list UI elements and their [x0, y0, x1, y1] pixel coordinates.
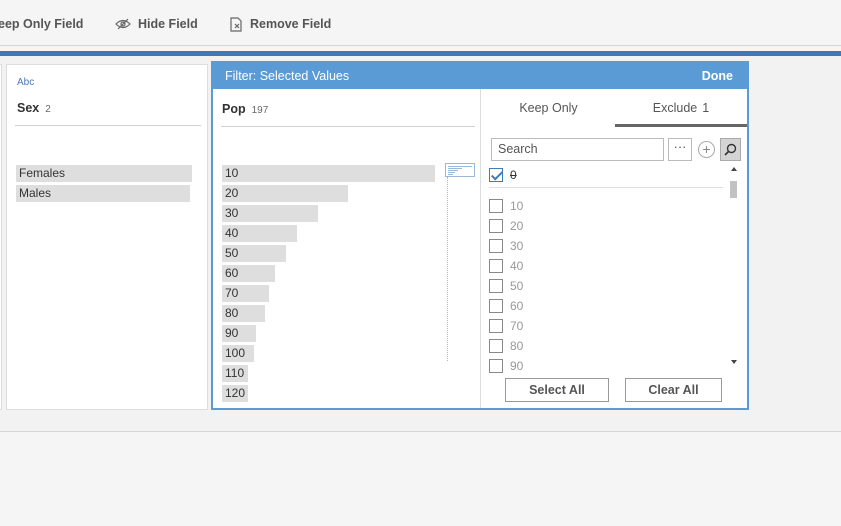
divider: [489, 187, 723, 188]
minimap-guide: [447, 177, 448, 361]
value-checkbox-row[interactable]: 70: [489, 317, 523, 335]
field-distinct-count: 2: [45, 104, 51, 115]
more-options-button[interactable]: ···: [668, 138, 692, 161]
hide-field-label: Hide Field: [138, 17, 198, 31]
value-bar[interactable]: 90: [222, 325, 256, 342]
value-label: 10: [510, 199, 524, 213]
value-bar[interactable]: 80: [222, 305, 265, 322]
done-button[interactable]: Done: [702, 63, 733, 89]
previous-field-card[interactable]: [0, 64, 2, 410]
value-label: 60: [510, 299, 524, 313]
search-icon: [724, 143, 737, 156]
value-checkbox-row[interactable]: 50: [489, 277, 523, 295]
value-label: 90: [510, 359, 524, 373]
value-bar[interactable]: 100: [222, 345, 254, 362]
value-label: 70: [510, 319, 524, 333]
value-checkbox-row[interactable]: 10: [489, 197, 523, 215]
divider: [221, 126, 475, 127]
field-name-label: Pop: [222, 102, 246, 116]
exclude-count: 1: [702, 101, 710, 115]
value-bar[interactable]: Females: [16, 165, 192, 182]
value-bar[interactable]: 110: [222, 365, 248, 382]
value-checkbox-row[interactable]: 40: [489, 257, 523, 275]
value-checkbox-row[interactable]: 20: [489, 217, 523, 235]
checkbox[interactable]: [489, 339, 503, 353]
filter-options-pane: Keep Only Exclude 1 Search ··· + 0 10 20 30…: [482, 89, 747, 408]
field-toolbar: eep Only Field Hide Field Remove Field: [0, 0, 841, 46]
clear-all-button[interactable]: Clear All: [625, 378, 722, 402]
value-bar[interactable]: Males: [16, 185, 190, 202]
value-checkbox-row[interactable]: 60: [489, 297, 523, 315]
select-all-button[interactable]: Select All: [505, 378, 609, 402]
divider: [15, 125, 201, 126]
value-bar[interactable]: 120: [222, 385, 248, 402]
checkbox[interactable]: [489, 219, 503, 233]
value-bar[interactable]: 60: [222, 265, 275, 282]
checkbox[interactable]: [489, 199, 503, 213]
value-checkbox-row[interactable]: 30: [489, 237, 523, 255]
distribution-minimap[interactable]: [445, 163, 475, 177]
checkbox[interactable]: [489, 279, 503, 293]
field-title: Sex 2: [17, 101, 51, 115]
checkbox[interactable]: [489, 168, 503, 182]
scroll-down-icon[interactable]: [731, 360, 737, 364]
checkbox[interactable]: [489, 299, 503, 313]
field-distinct-count: 197: [251, 105, 269, 116]
value-label: 30: [510, 239, 524, 253]
remove-field-label: Remove Field: [250, 17, 332, 31]
value-checkbox-row[interactable]: 90: [489, 357, 523, 375]
keep-only-field-label: eep Only Field: [0, 17, 84, 31]
checkbox[interactable]: [489, 239, 503, 253]
checkbox[interactable]: [489, 319, 503, 333]
value-checkbox-row[interactable]: 80: [489, 337, 523, 355]
hide-field-button[interactable]: Hide Field: [115, 14, 198, 34]
string-type-tag: Abc: [17, 77, 35, 88]
search-toggle-button[interactable]: [720, 138, 741, 161]
tab-exclude-label: Exclude: [652, 101, 698, 115]
value-label: 40: [510, 259, 524, 273]
tab-keep-only[interactable]: Keep Only: [482, 89, 615, 127]
data-grid-area: [0, 433, 841, 526]
value-bar[interactable]: 10: [222, 165, 435, 182]
selected-value-row[interactable]: 0: [489, 166, 517, 184]
list-scrollbar[interactable]: [729, 163, 740, 368]
tab-exclude[interactable]: Exclude 1: [615, 89, 747, 127]
checkbox[interactable]: [489, 259, 503, 273]
scroll-thumb[interactable]: [730, 181, 737, 198]
value-bar[interactable]: 70: [222, 285, 269, 302]
filter-header: Filter: Selected Values Done: [213, 63, 747, 89]
sex-field-card[interactable]: Abc Sex 2 Females Males: [6, 64, 208, 410]
checkbox[interactable]: [489, 359, 503, 373]
eye-slash-icon: [115, 18, 131, 30]
value-label: 80: [510, 339, 524, 353]
add-value-button[interactable]: +: [698, 141, 715, 158]
remove-document-icon: [230, 16, 242, 32]
keep-only-field-button[interactable]: eep Only Field: [0, 14, 83, 34]
field-title: Pop 197: [222, 102, 268, 116]
remove-field-button[interactable]: Remove Field: [230, 14, 331, 34]
value-bar[interactable]: 40: [222, 225, 297, 242]
field-name-label: Sex: [17, 101, 40, 115]
value-label: 20: [510, 219, 524, 233]
filter-selected-values-panel: Filter: Selected Values Done Pop 197 10 20…: [211, 61, 749, 410]
value-bar[interactable]: 30: [222, 205, 318, 222]
filter-title: Filter: Selected Values: [225, 69, 350, 83]
search-input[interactable]: Search: [491, 138, 664, 161]
selected-value-label: 0: [510, 168, 517, 182]
pop-field-card: Pop 197 10 20 30 40 50 60 70 80 90 100 110 120: [213, 89, 481, 408]
value-bar[interactable]: 20: [222, 185, 348, 202]
value-label: 50: [510, 279, 524, 293]
value-bar[interactable]: 50: [222, 245, 286, 262]
scroll-up-icon[interactable]: [731, 167, 737, 171]
